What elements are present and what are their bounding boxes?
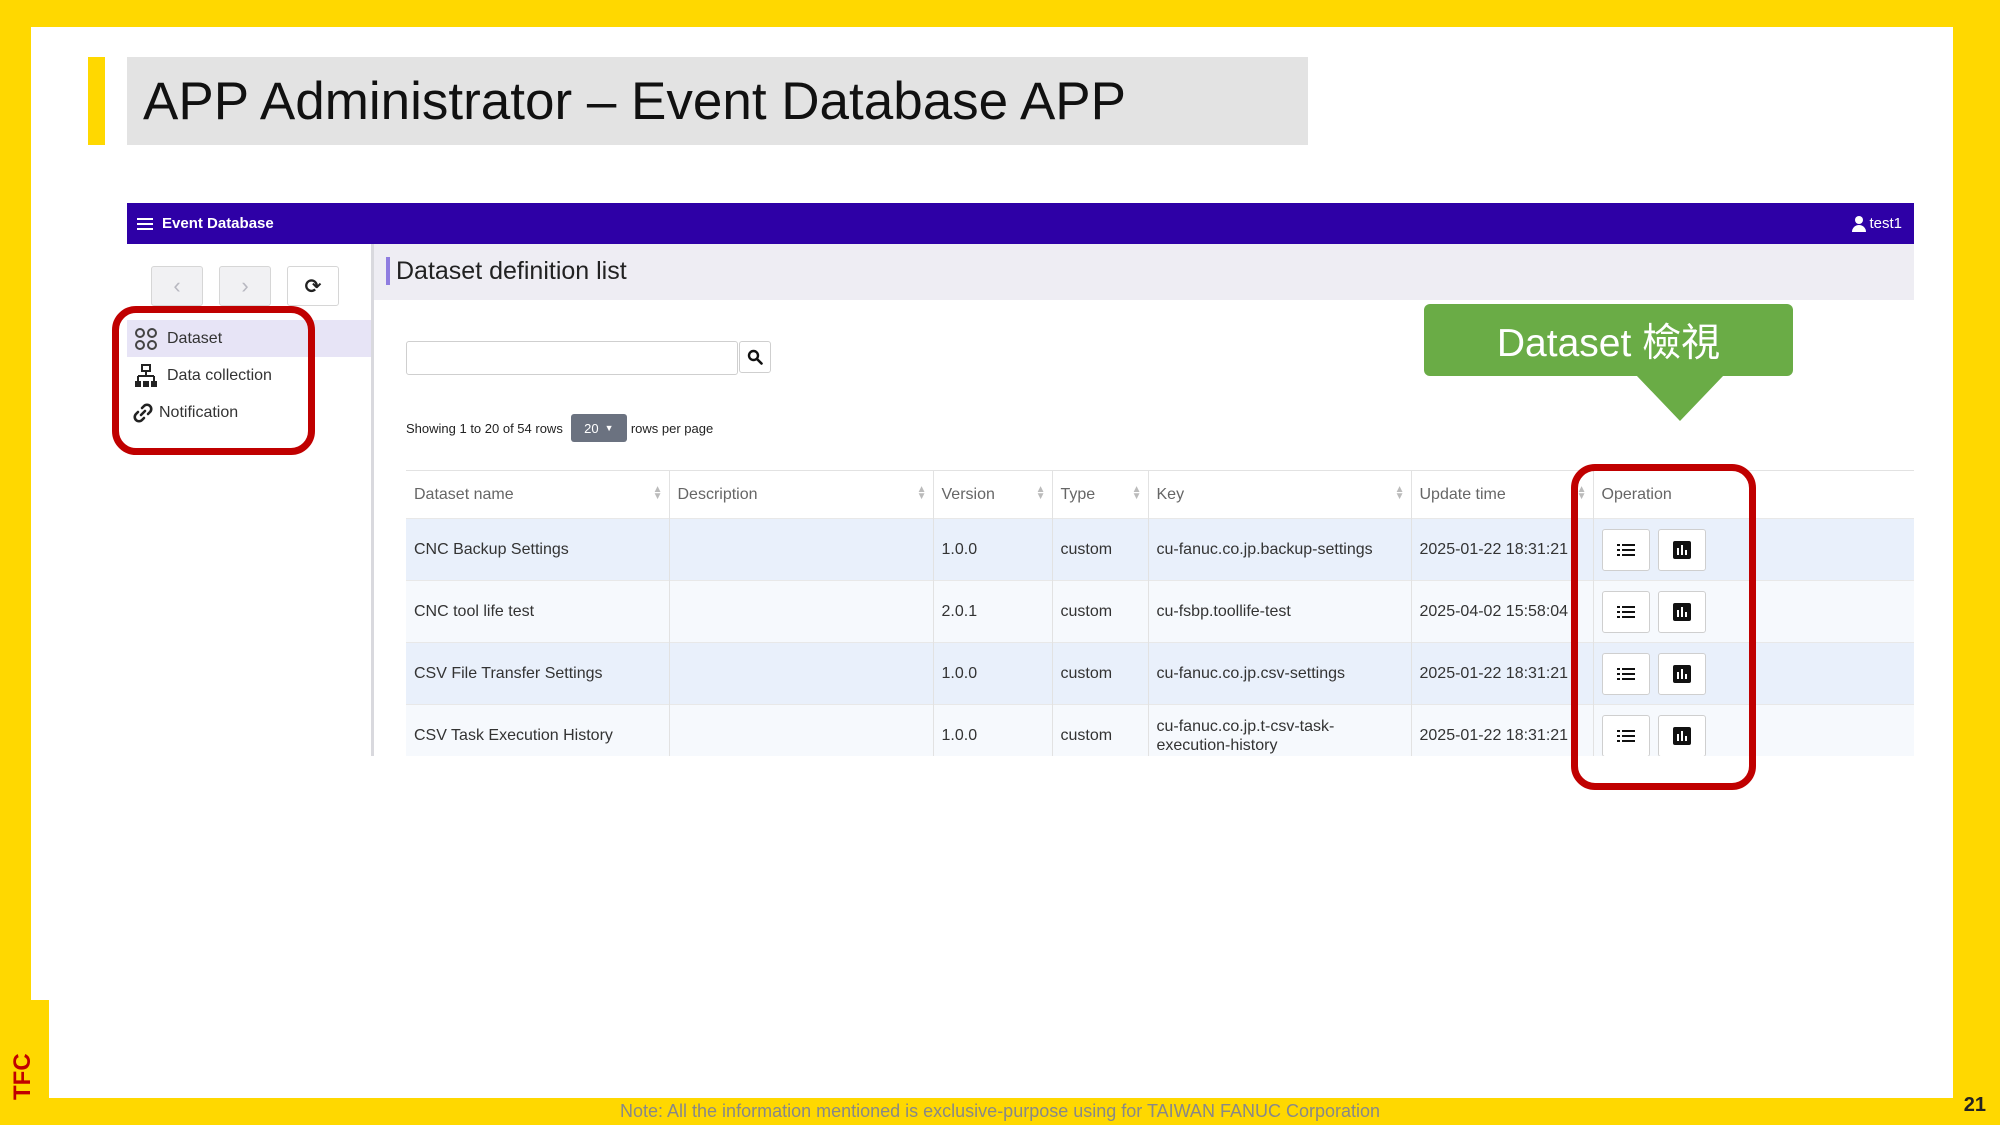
page-number: 21 — [1963, 1094, 1986, 1116]
cell-version: 1.0.0 — [933, 642, 1053, 705]
cell-key: cu-fanuc.co.jp.t-csv-task-execution-hist… — [1148, 704, 1412, 756]
cell-update-time: 2025-04-02 15:58:04 — [1411, 580, 1594, 643]
user-name: test1 — [1869, 215, 1902, 232]
content-header: Dataset definition list — [374, 244, 1914, 300]
cell-type: custom — [1052, 518, 1149, 581]
cell-version: 1.0.0 — [933, 704, 1053, 756]
title-box: APP Administrator – Event Database APP — [127, 57, 1308, 145]
column-header-dataset-name[interactable]: Dataset name ▲ ▼ — [406, 470, 670, 519]
cell-version: 1.0.0 — [933, 518, 1053, 581]
per-page-suffix: rows per page — [630, 420, 714, 436]
cell-dataset-name: CSV Task Execution History — [406, 704, 670, 756]
cell-type: custom — [1052, 704, 1149, 756]
top-navbar: Event Database test1 — [127, 203, 1914, 244]
search-input[interactable] — [406, 341, 738, 375]
caret-down-icon: ▼ — [604, 423, 614, 433]
user-menu[interactable]: test1 — [1852, 215, 1902, 232]
cell-dataset-name: CNC Backup Settings — [406, 518, 670, 581]
column-header-update-time[interactable]: Update time ▲ ▼ — [1411, 470, 1594, 519]
tfc-logo: TFC — [9, 1053, 34, 1100]
cell-description — [669, 518, 934, 581]
column-header-description[interactable]: Description ▲ ▼ — [669, 470, 934, 519]
footer-note: Note: All the information mentioned is e… — [620, 1101, 1380, 1121]
cell-key: cu-fanuc.co.jp.csv-settings — [1148, 642, 1412, 705]
callout-box: Dataset 檢視 — [1424, 304, 1793, 376]
chevron-left-icon: ‹ — [173, 273, 181, 298]
svg-text:TFC: TFC — [9, 1053, 34, 1100]
cell-version: 2.0.1 — [933, 580, 1053, 643]
operation-highlight-box — [1571, 464, 1756, 790]
chevron-right-icon: › — [241, 273, 249, 298]
forward-button[interactable]: › — [219, 266, 271, 306]
page-title: APP Administrator – Event Database APP — [143, 71, 1127, 131]
hamburger-menu-icon[interactable] — [137, 217, 153, 230]
callout-tail — [1636, 375, 1724, 421]
title-accent-bar — [88, 57, 105, 145]
cell-key: cu-fanuc.co.jp.backup-settings — [1148, 518, 1412, 581]
sort-icon: ▲ ▼ — [1394, 484, 1405, 502]
per-page-select[interactable]: 20 ▼ — [570, 414, 627, 442]
brand[interactable]: Event Database — [137, 215, 274, 232]
cell-type: custom — [1052, 580, 1149, 643]
callout-text: Dataset 檢視 — [1496, 322, 1721, 365]
cell-type: custom — [1052, 642, 1149, 705]
sort-icon: ▲ ▼ — [652, 484, 663, 502]
cell-description — [669, 704, 934, 756]
cell-update-time: 2025-01-22 18:31:21 — [1411, 642, 1594, 705]
brand-label: Event Database — [162, 215, 274, 232]
cell-key: cu-fsbp.toollife-test — [1148, 580, 1412, 643]
cell-description — [669, 642, 934, 705]
cell-dataset-name: CNC tool life test — [406, 580, 670, 643]
pagination-info: Showing 1 to 20 of 54 rows 20 ▼ rows per… — [406, 414, 713, 442]
showing-text: Showing 1 to 20 of 54 rows — [406, 420, 563, 436]
cell-description — [669, 580, 934, 643]
cell-dataset-name: CSV File Transfer Settings — [406, 642, 670, 705]
column-header-type[interactable]: Type ▲ ▼ — [1052, 470, 1149, 519]
column-header-key[interactable]: Key ▲ ▼ — [1148, 470, 1412, 519]
back-button[interactable]: ‹ — [151, 266, 203, 306]
search-icon — [747, 349, 763, 365]
refresh-button[interactable]: ⟳ — [287, 266, 339, 306]
column-header-version[interactable]: Version ▲ ▼ — [933, 470, 1053, 519]
search-button[interactable] — [739, 341, 771, 373]
sidebar-highlight-box — [112, 306, 315, 455]
sort-icon: ▲ ▼ — [1035, 484, 1046, 502]
content-title: Dataset definition list — [386, 257, 627, 285]
user-icon — [1852, 215, 1867, 232]
refresh-icon: ⟳ — [304, 275, 322, 298]
sort-icon: ▲ ▼ — [1131, 484, 1142, 502]
cell-update-time: 2025-01-22 18:31:21 — [1411, 704, 1594, 756]
cell-update-time: 2025-01-22 18:31:21 — [1411, 518, 1594, 581]
sort-icon: ▲ ▼ — [916, 484, 927, 502]
per-page-value: 20 — [584, 420, 599, 436]
